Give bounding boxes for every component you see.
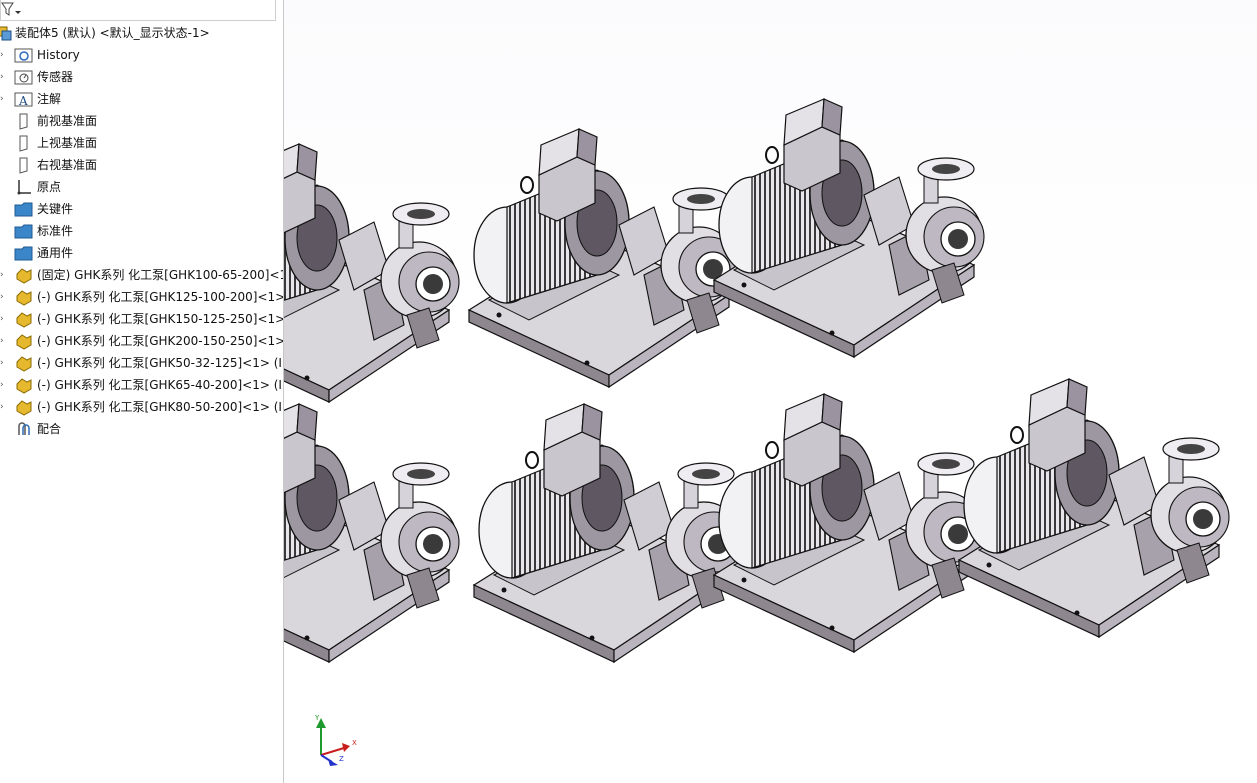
tree-item-label: 传感器 — [37, 70, 74, 84]
tree-item-label: (-) GHK系列 化工泵[GHK150-125-250]<1> — [37, 312, 284, 326]
svg-text:A: A — [18, 94, 28, 108]
tree-item-label: 前视基准面 — [37, 114, 98, 128]
plane-icon — [19, 157, 28, 174]
tree-item-label: (-) GHK系列 化工泵[GHK80-50-200]<1> (IH — [37, 400, 284, 414]
tree-item[interactable]: 通用件 — [0, 242, 283, 264]
pump-unit-7[interactable] — [958, 378, 1230, 638]
triad-y-label: Y — [314, 714, 320, 722]
pump-unit-2[interactable] — [468, 128, 740, 388]
plane-icon — [19, 135, 28, 152]
tree-item[interactable]: › 传感器 — [0, 66, 283, 88]
assembly-root-icon — [0, 26, 12, 41]
assembly-part-icon — [16, 334, 32, 350]
sensor-icon — [14, 70, 33, 85]
tree-item-label: 注解 — [37, 92, 62, 106]
pump-unit-3[interactable] — [713, 98, 985, 358]
tree-item[interactable]: › (-) GHK系列 化工泵[GHK150-125-250]<1> — [0, 308, 283, 330]
assembly-part-icon — [16, 312, 32, 328]
folder-icon — [14, 246, 33, 261]
tree-item-label: 右视基准面 — [37, 158, 98, 172]
coordinate-triad: Y X Z — [314, 714, 357, 766]
tree-item[interactable]: › (-) GHK系列 化工泵[GHK200-150-250]<1> — [0, 330, 283, 352]
mates-icon — [18, 422, 30, 435]
tree-item[interactable]: 标准件 — [0, 220, 283, 242]
assembly-part-icon — [16, 378, 32, 394]
tree-item[interactable]: › (-) GHK系列 化工泵[GHK65-40-200]<1> (IH — [0, 374, 283, 396]
tree-item[interactable]: 原点 — [0, 176, 283, 198]
assembly-model[interactable]: Y X Z — [284, 0, 1257, 783]
tree-item-label: 原点 — [37, 180, 62, 194]
graphics-viewport[interactable]: Y X Z — [284, 0, 1257, 783]
tree-item[interactable]: 上视基准面 — [0, 132, 283, 154]
pump-units-group[interactable] — [284, 98, 1230, 663]
expand-arrow-icon[interactable]: › — [0, 72, 6, 82]
tree-item-label: 上视基准面 — [37, 136, 98, 150]
origin-icon — [17, 180, 31, 195]
tree-item[interactable]: › (-) GHK系列 化工泵[GHK125-100-200]<1> — [0, 286, 283, 308]
expand-arrow-icon[interactable]: › — [0, 292, 6, 302]
pump-unit-1[interactable] — [284, 143, 460, 403]
expand-arrow-icon[interactable]: › — [0, 358, 6, 368]
tree-item[interactable]: 前视基准面 — [0, 110, 283, 132]
tree-item-label: (-) GHK系列 化工泵[GHK65-40-200]<1> (IH — [37, 378, 284, 392]
tree-item-label: (固定) GHK系列 化工泵[GHK100-65-200]<1 — [37, 268, 284, 282]
tree-item-label: 标准件 — [37, 224, 74, 238]
pump-unit-5[interactable] — [473, 403, 745, 663]
assembly-part-icon — [16, 290, 32, 306]
triad-x-label: X — [352, 739, 357, 747]
tree-item-label: (-) GHK系列 化工泵[GHK50-32-125]<1> (IH — [37, 356, 284, 370]
tree-item-label: 装配体5 (默认) <默认_显示状态-1> — [15, 26, 210, 40]
tree-item-label: History — [37, 48, 80, 62]
tree-item[interactable]: › (固定) GHK系列 化工泵[GHK100-65-200]<1 — [0, 264, 283, 286]
annotation-icon: A — [14, 92, 33, 108]
expand-arrow-icon[interactable]: › — [0, 94, 6, 104]
tree-item[interactable]: 关键件 — [0, 198, 283, 220]
tree-item-label: 通用件 — [37, 246, 74, 260]
filter-icon[interactable] — [1, 2, 23, 18]
tree-filter-bar[interactable] — [0, 0, 276, 21]
folder-icon — [14, 202, 33, 217]
tree-item[interactable]: › A 注解 — [0, 88, 283, 110]
pump-unit-4[interactable] — [284, 403, 460, 663]
tree-root-assembly[interactable]: ›装配体5 (默认) <默认_显示状态-1> — [0, 22, 283, 44]
triad-z-label: Z — [339, 755, 344, 763]
tree-item-label: 关键件 — [37, 202, 74, 216]
tree-item[interactable]: 配合 — [0, 418, 283, 440]
tree-item-label: 配合 — [37, 422, 62, 436]
tree-item-label: (-) GHK系列 化工泵[GHK200-150-250]<1> — [37, 334, 284, 348]
pump-unit-6[interactable] — [713, 393, 985, 653]
expand-arrow-icon[interactable]: › — [0, 402, 6, 412]
assembly-part-icon — [16, 356, 32, 372]
expand-arrow-icon[interactable]: › — [0, 314, 6, 324]
tree-item-label: (-) GHK系列 化工泵[GHK125-100-200]<1> — [37, 290, 284, 304]
assembly-part-icon — [16, 268, 32, 284]
folder-icon — [14, 224, 33, 239]
plane-icon — [19, 113, 28, 130]
expand-arrow-icon[interactable]: › — [0, 380, 6, 390]
assembly-part-icon — [16, 400, 32, 416]
tree-item[interactable]: 右视基准面 — [0, 154, 283, 176]
expand-arrow-icon[interactable]: › — [0, 336, 6, 346]
expand-arrow-icon[interactable]: › — [0, 50, 6, 60]
history-folder-icon — [14, 48, 33, 63]
tree-item[interactable]: › History — [0, 44, 283, 66]
feature-manager-tree: ›装配体5 (默认) <默认_显示状态-1>›History›传感器›A注解前视… — [0, 0, 284, 783]
tree-item[interactable]: › (-) GHK系列 化工泵[GHK50-32-125]<1> (IH — [0, 352, 283, 374]
tree-item[interactable]: › (-) GHK系列 化工泵[GHK80-50-200]<1> (IH — [0, 396, 283, 418]
expand-arrow-icon[interactable]: › — [0, 270, 6, 280]
